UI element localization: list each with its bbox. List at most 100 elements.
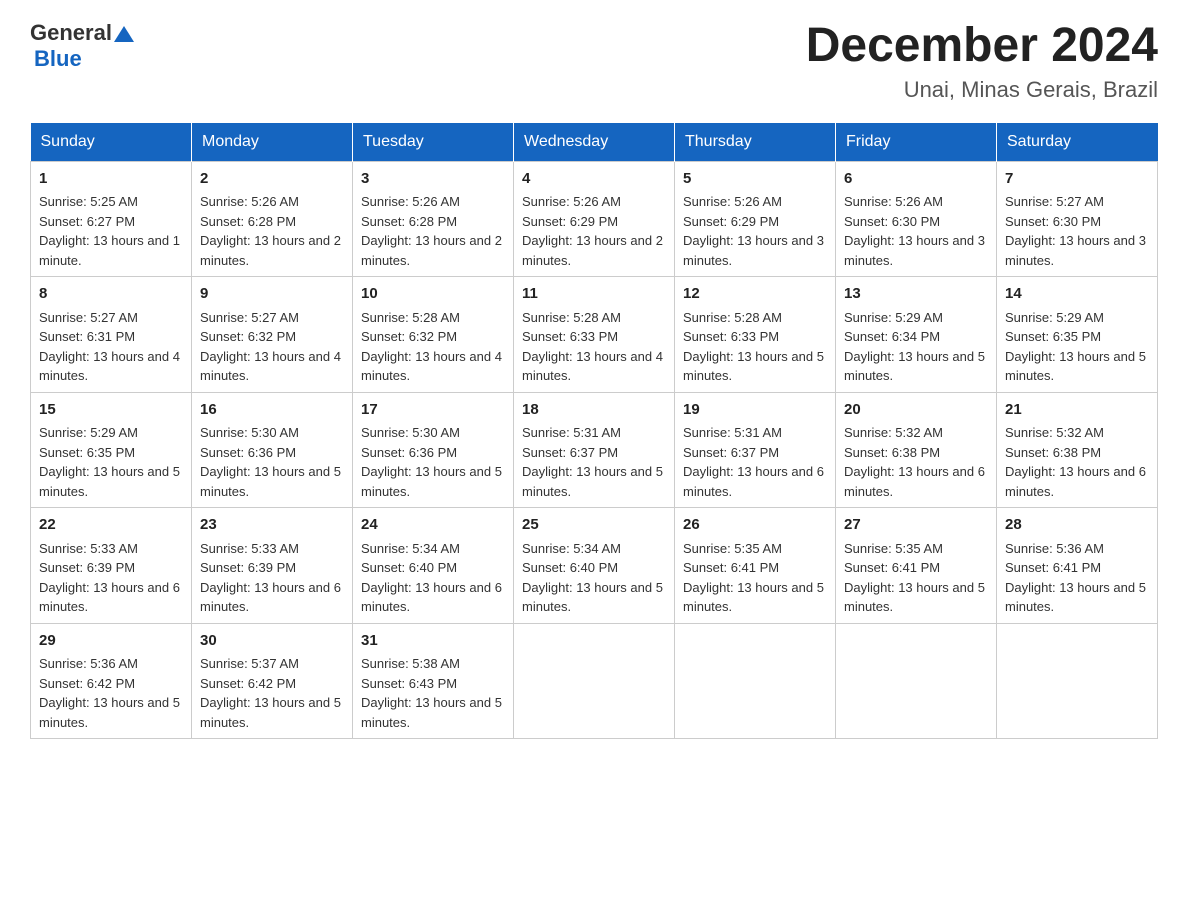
sunset-text: Sunset: 6:36 PM bbox=[200, 443, 344, 463]
sunset-text: Sunset: 6:35 PM bbox=[39, 443, 183, 463]
sunrise-text: Sunrise: 5:38 AM bbox=[361, 654, 505, 674]
daylight-text: Daylight: 13 hours and 5 minutes. bbox=[1005, 578, 1149, 617]
daylight-text: Daylight: 13 hours and 2 minutes. bbox=[200, 231, 344, 270]
day-number: 15 bbox=[39, 399, 183, 422]
page-header: General Blue December 2024 Unai, Minas G… bbox=[30, 20, 1158, 103]
sunrise-text: Sunrise: 5:31 AM bbox=[683, 423, 827, 443]
calendar-cell: 14Sunrise: 5:29 AMSunset: 6:35 PMDayligh… bbox=[997, 277, 1158, 393]
title-block: December 2024 Unai, Minas Gerais, Brazil bbox=[806, 20, 1158, 103]
column-header-monday: Monday bbox=[192, 123, 353, 162]
daylight-text: Daylight: 13 hours and 4 minutes. bbox=[522, 347, 666, 386]
logo-triangle-icon bbox=[114, 24, 134, 44]
month-year-title: December 2024 bbox=[806, 20, 1158, 73]
column-header-sunday: Sunday bbox=[31, 123, 192, 162]
day-number: 19 bbox=[683, 399, 827, 422]
day-number: 10 bbox=[361, 283, 505, 306]
daylight-text: Daylight: 13 hours and 3 minutes. bbox=[683, 231, 827, 270]
sunrise-text: Sunrise: 5:34 AM bbox=[522, 539, 666, 559]
daylight-text: Daylight: 13 hours and 4 minutes. bbox=[39, 347, 183, 386]
sunrise-text: Sunrise: 5:28 AM bbox=[683, 308, 827, 328]
calendar-cell: 23Sunrise: 5:33 AMSunset: 6:39 PMDayligh… bbox=[192, 508, 353, 624]
day-number: 16 bbox=[200, 399, 344, 422]
sunrise-text: Sunrise: 5:26 AM bbox=[200, 192, 344, 212]
daylight-text: Daylight: 13 hours and 5 minutes. bbox=[39, 693, 183, 732]
day-number: 29 bbox=[39, 630, 183, 653]
calendar-cell bbox=[514, 623, 675, 739]
daylight-text: Daylight: 13 hours and 4 minutes. bbox=[361, 347, 505, 386]
daylight-text: Daylight: 13 hours and 6 minutes. bbox=[844, 462, 988, 501]
sunset-text: Sunset: 6:38 PM bbox=[844, 443, 988, 463]
sunset-text: Sunset: 6:33 PM bbox=[683, 327, 827, 347]
sunrise-text: Sunrise: 5:26 AM bbox=[844, 192, 988, 212]
sunrise-text: Sunrise: 5:28 AM bbox=[361, 308, 505, 328]
daylight-text: Daylight: 13 hours and 4 minutes. bbox=[200, 347, 344, 386]
calendar-cell: 2Sunrise: 5:26 AMSunset: 6:28 PMDaylight… bbox=[192, 161, 353, 277]
daylight-text: Daylight: 13 hours and 6 minutes. bbox=[39, 578, 183, 617]
calendar-week-row: 8Sunrise: 5:27 AMSunset: 6:31 PMDaylight… bbox=[31, 277, 1158, 393]
calendar-cell: 17Sunrise: 5:30 AMSunset: 6:36 PMDayligh… bbox=[353, 392, 514, 508]
logo-blue-text: Blue bbox=[34, 46, 82, 72]
calendar-cell bbox=[836, 623, 997, 739]
calendar-cell: 21Sunrise: 5:32 AMSunset: 6:38 PMDayligh… bbox=[997, 392, 1158, 508]
sunrise-text: Sunrise: 5:28 AM bbox=[522, 308, 666, 328]
day-number: 2 bbox=[200, 168, 344, 191]
sunset-text: Sunset: 6:41 PM bbox=[1005, 558, 1149, 578]
calendar-cell: 1Sunrise: 5:25 AMSunset: 6:27 PMDaylight… bbox=[31, 161, 192, 277]
sunrise-text: Sunrise: 5:35 AM bbox=[844, 539, 988, 559]
daylight-text: Daylight: 13 hours and 5 minutes. bbox=[361, 693, 505, 732]
sunset-text: Sunset: 6:29 PM bbox=[683, 212, 827, 232]
day-number: 24 bbox=[361, 514, 505, 537]
day-number: 9 bbox=[200, 283, 344, 306]
sunrise-text: Sunrise: 5:29 AM bbox=[844, 308, 988, 328]
calendar-cell: 24Sunrise: 5:34 AMSunset: 6:40 PMDayligh… bbox=[353, 508, 514, 624]
sunset-text: Sunset: 6:33 PM bbox=[522, 327, 666, 347]
day-number: 7 bbox=[1005, 168, 1149, 191]
day-number: 28 bbox=[1005, 514, 1149, 537]
calendar-cell: 26Sunrise: 5:35 AMSunset: 6:41 PMDayligh… bbox=[675, 508, 836, 624]
sunrise-text: Sunrise: 5:33 AM bbox=[39, 539, 183, 559]
day-number: 18 bbox=[522, 399, 666, 422]
sunset-text: Sunset: 6:39 PM bbox=[39, 558, 183, 578]
sunrise-text: Sunrise: 5:29 AM bbox=[1005, 308, 1149, 328]
calendar-cell: 31Sunrise: 5:38 AMSunset: 6:43 PMDayligh… bbox=[353, 623, 514, 739]
sunrise-text: Sunrise: 5:25 AM bbox=[39, 192, 183, 212]
sunrise-text: Sunrise: 5:26 AM bbox=[683, 192, 827, 212]
day-number: 21 bbox=[1005, 399, 1149, 422]
day-number: 3 bbox=[361, 168, 505, 191]
day-number: 27 bbox=[844, 514, 988, 537]
sunset-text: Sunset: 6:36 PM bbox=[361, 443, 505, 463]
day-number: 14 bbox=[1005, 283, 1149, 306]
daylight-text: Daylight: 13 hours and 5 minutes. bbox=[522, 462, 666, 501]
sunset-text: Sunset: 6:40 PM bbox=[361, 558, 505, 578]
daylight-text: Daylight: 13 hours and 6 minutes. bbox=[200, 578, 344, 617]
calendar-week-row: 22Sunrise: 5:33 AMSunset: 6:39 PMDayligh… bbox=[31, 508, 1158, 624]
calendar-cell: 3Sunrise: 5:26 AMSunset: 6:28 PMDaylight… bbox=[353, 161, 514, 277]
sunset-text: Sunset: 6:37 PM bbox=[522, 443, 666, 463]
column-header-wednesday: Wednesday bbox=[514, 123, 675, 162]
sunset-text: Sunset: 6:35 PM bbox=[1005, 327, 1149, 347]
sunset-text: Sunset: 6:31 PM bbox=[39, 327, 183, 347]
daylight-text: Daylight: 13 hours and 2 minutes. bbox=[361, 231, 505, 270]
sunset-text: Sunset: 6:42 PM bbox=[39, 674, 183, 694]
sunrise-text: Sunrise: 5:30 AM bbox=[361, 423, 505, 443]
sunrise-text: Sunrise: 5:37 AM bbox=[200, 654, 344, 674]
sunset-text: Sunset: 6:29 PM bbox=[522, 212, 666, 232]
sunset-text: Sunset: 6:30 PM bbox=[844, 212, 988, 232]
calendar-cell: 30Sunrise: 5:37 AMSunset: 6:42 PMDayligh… bbox=[192, 623, 353, 739]
day-number: 22 bbox=[39, 514, 183, 537]
sunrise-text: Sunrise: 5:27 AM bbox=[1005, 192, 1149, 212]
calendar-cell: 16Sunrise: 5:30 AMSunset: 6:36 PMDayligh… bbox=[192, 392, 353, 508]
daylight-text: Daylight: 13 hours and 3 minutes. bbox=[1005, 231, 1149, 270]
daylight-text: Daylight: 13 hours and 5 minutes. bbox=[844, 347, 988, 386]
calendar-cell: 29Sunrise: 5:36 AMSunset: 6:42 PMDayligh… bbox=[31, 623, 192, 739]
day-number: 11 bbox=[522, 283, 666, 306]
sunset-text: Sunset: 6:37 PM bbox=[683, 443, 827, 463]
calendar-cell: 20Sunrise: 5:32 AMSunset: 6:38 PMDayligh… bbox=[836, 392, 997, 508]
sunset-text: Sunset: 6:39 PM bbox=[200, 558, 344, 578]
daylight-text: Daylight: 13 hours and 1 minute. bbox=[39, 231, 183, 270]
column-header-thursday: Thursday bbox=[675, 123, 836, 162]
day-number: 13 bbox=[844, 283, 988, 306]
sunrise-text: Sunrise: 5:31 AM bbox=[522, 423, 666, 443]
logo: General Blue bbox=[30, 20, 134, 72]
sunset-text: Sunset: 6:30 PM bbox=[1005, 212, 1149, 232]
